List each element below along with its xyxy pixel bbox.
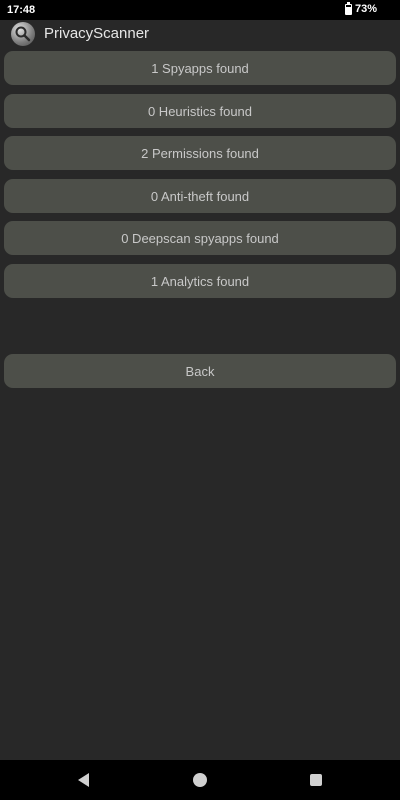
- anti-theft-result-button[interactable]: 0 Anti-theft found: [4, 179, 396, 213]
- heuristics-result-button[interactable]: 0 Heuristics found: [4, 94, 396, 128]
- back-button[interactable]: Back: [4, 354, 396, 388]
- deepscan-result-button[interactable]: 0 Deepscan spyapps found: [4, 221, 396, 255]
- app-title-bar: PrivacyScanner: [0, 20, 400, 47]
- analytics-result-button[interactable]: 1 Analytics found: [4, 264, 396, 298]
- status-time: 17:48: [7, 4, 36, 16]
- back-triangle-icon[interactable]: [78, 773, 89, 787]
- permissions-result-button[interactable]: 2 Permissions found: [4, 136, 396, 170]
- magnifier-icon: [11, 22, 35, 46]
- app-title: PrivacyScanner: [44, 25, 150, 42]
- spyapps-result-button[interactable]: 1 Spyapps found: [4, 51, 396, 85]
- battery-icon: [344, 1, 352, 15]
- home-circle-icon[interactable]: [193, 773, 207, 787]
- status-bar: 17:48 73%: [0, 0, 400, 20]
- recents-square-icon[interactable]: [310, 774, 322, 786]
- battery-percent: 73%: [354, 3, 377, 15]
- battery-indicator: 73%: [344, 1, 377, 15]
- navigation-bar: [0, 760, 400, 800]
